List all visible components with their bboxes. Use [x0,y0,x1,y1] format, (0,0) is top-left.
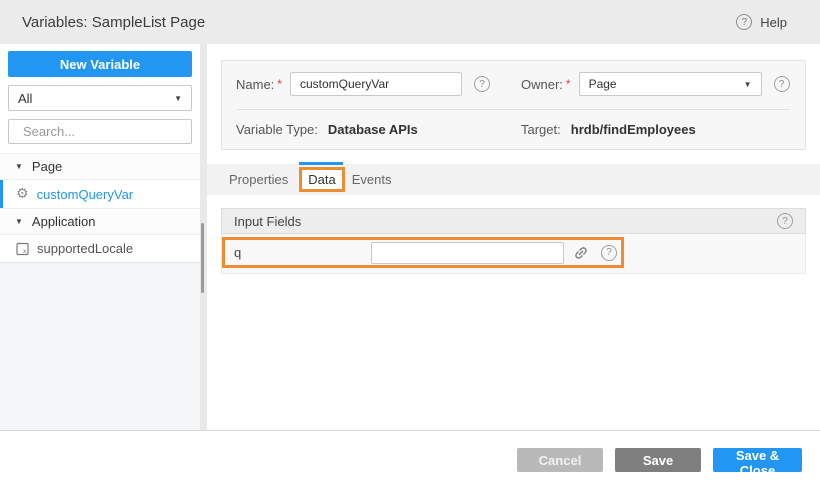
tree-item-supportedlocale[interactable]: x supportedLocale [0,234,200,263]
panel-divider [200,44,207,430]
cancel-button[interactable]: Cancel [517,448,603,472]
detail-tabbar: Properties Data Events [207,164,820,195]
scrollbar-thumb[interactable] [201,223,204,293]
name-owner-row: Name: * ? Owner: * Page ▼ ? [236,72,791,96]
search-box[interactable] [8,119,192,144]
variable-type-label: Variable Type: [236,122,318,137]
caret-down-icon: ▼ [15,217,23,226]
variable-type-group: Variable Type: Database APIs [236,122,521,137]
variable-summary-panel: Name: * ? Owner: * Page ▼ ? [221,60,806,150]
field-help-icon[interactable]: ? [601,245,617,261]
help-link[interactable]: ? Help [736,14,787,30]
dialog-footer: Cancel Save Save & Close [0,430,820,489]
input-fields-title: Input Fields [234,214,301,229]
tree-group-page[interactable]: ▼ Page [0,153,200,179]
tree-item-label: customQueryVar [37,187,134,202]
input-fields-section: Input Fields ? q ? [221,208,806,274]
tab-events[interactable]: Events [352,172,392,187]
dialog-body: New Variable All ▼ ▼ Page ⚙ cu [0,44,820,430]
name-label: Name: [236,77,274,92]
variables-sidebar: New Variable All ▼ ▼ Page ⚙ cu [0,44,200,430]
chevron-down-icon: ▼ [744,80,752,89]
owner-help-icon[interactable]: ? [774,76,790,92]
variables-tree: ▼ Page ⚙ customQueryVar ▼ Application x [0,153,200,263]
variable-filter-value: All [18,91,32,106]
search-input[interactable] [23,124,199,139]
new-variable-button[interactable]: New Variable [8,51,192,77]
dialog-header: Variables: SampleList Page ? Help [0,0,820,44]
svg-text:x: x [23,247,27,254]
save-close-button[interactable]: Save & Close [713,448,802,472]
tree-group-application[interactable]: ▼ Application [0,208,200,234]
field-name-label: q [234,245,371,260]
tree-item-label: supportedLocale [37,241,133,256]
caret-down-icon: ▼ [15,162,23,171]
type-target-row: Variable Type: Database APIs Target: hrd… [236,122,791,137]
sidebar-empty-area [0,263,200,430]
tab-properties[interactable]: Properties [229,172,288,187]
tab-data[interactable]: Data [299,167,344,192]
active-tab-indicator [299,162,342,165]
required-marker: * [277,77,282,91]
variables-dialog: Variables: SampleList Page ? Help New Va… [0,0,820,489]
owner-select[interactable]: Page ▼ [579,72,762,96]
name-field-group: Name: * ? [236,72,521,96]
input-fields-body: q ? [221,234,806,274]
help-icon: ? [736,14,752,30]
name-help-icon[interactable]: ? [474,76,490,92]
chevron-down-icon: ▼ [174,94,182,103]
locale-document-icon: x [16,242,29,256]
variable-detail-panel: Name: * ? Owner: * Page ▼ ? [207,44,820,430]
tree-group-label: Page [32,159,62,174]
help-label: Help [760,15,787,30]
input-fields-help-icon[interactable]: ? [777,213,793,229]
owner-field-group: Owner: * Page ▼ ? [521,72,790,96]
gear-icon: ⚙ [16,187,29,201]
variable-type-value: Database APIs [328,122,418,137]
target-label: Target: [521,122,561,137]
input-fields-header: Input Fields ? [221,208,806,234]
owner-value: Page [589,77,617,91]
tree-group-label: Application [32,214,96,229]
required-marker: * [566,77,571,91]
input-field-row-q: q ? [222,237,624,268]
field-q-input[interactable] [371,242,564,264]
bind-link-icon[interactable] [573,245,589,261]
name-input[interactable] [290,72,462,96]
target-group: Target: hrdb/findEmployees [521,122,696,137]
tree-item-customqueryvar[interactable]: ⚙ customQueryVar [0,179,200,208]
save-button[interactable]: Save [615,448,701,472]
variable-filter-select[interactable]: All ▼ [8,85,192,111]
page-title: Variables: SampleList Page [22,14,205,31]
tab-data-label: Data [308,172,335,187]
target-value: hrdb/findEmployees [571,122,696,137]
panel-divider-line [237,109,790,110]
owner-label: Owner: [521,77,563,92]
